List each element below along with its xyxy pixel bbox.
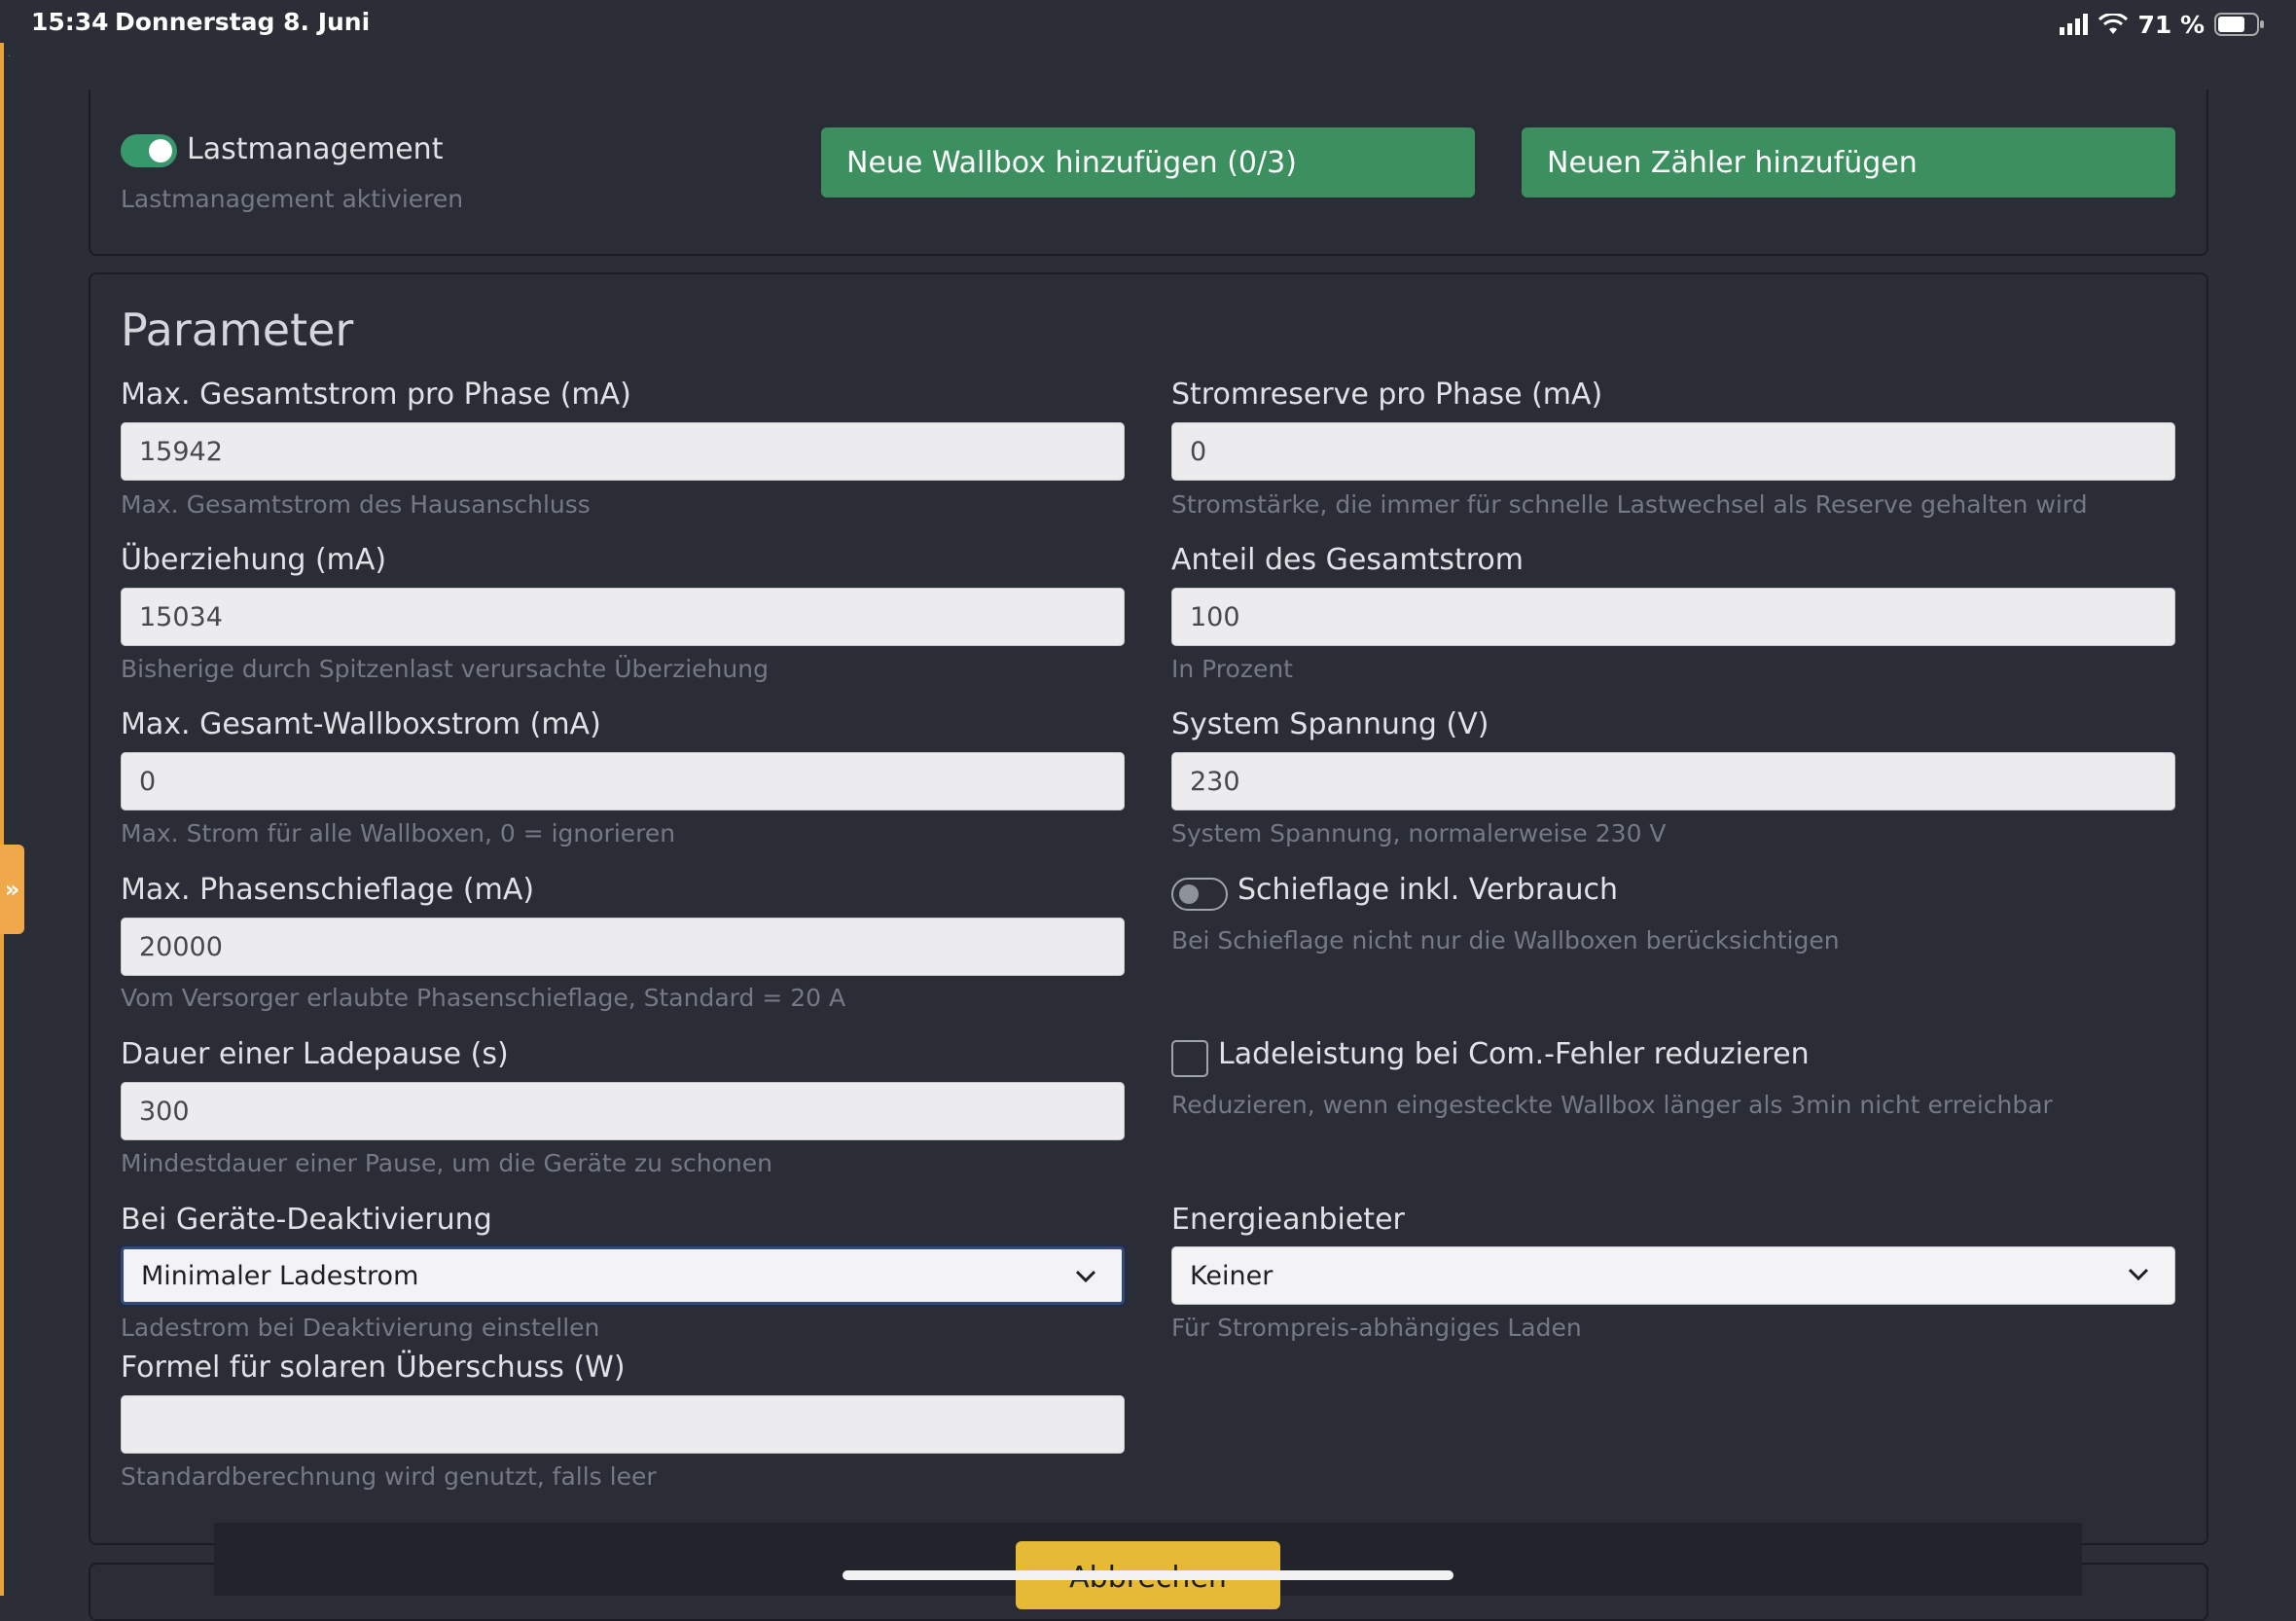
status-indicators: 71 % xyxy=(2060,8,2265,41)
sidebar-edge xyxy=(0,43,4,1596)
corner-mark: ˴ xyxy=(8,51,11,59)
reduce-com-error-checkbox[interactable] xyxy=(1171,1040,1208,1077)
max-total-current-label: Max. Gesamtstrom pro Phase (mA) xyxy=(121,378,631,412)
max-wallbox-current-input[interactable]: 0 xyxy=(121,752,1125,810)
load-management-help: Lastmanagement aktivieren xyxy=(121,185,464,213)
energy-provider-select[interactable]: Keiner xyxy=(1171,1246,2175,1305)
system-voltage-label: System Spannung (V) xyxy=(1171,707,1489,741)
pause-duration-input[interactable]: 300 xyxy=(121,1082,1125,1140)
double-chevron-right-icon: » xyxy=(4,876,20,903)
overdraw-label: Überziehung (mA) xyxy=(121,543,387,577)
overdraw-input[interactable]: 15034 xyxy=(121,588,1125,646)
reduce-com-error-label: Ladeleistung bei Com.-Fehler reduzieren xyxy=(1218,1037,1810,1071)
system-voltage-help: System Spannung, normalerweise 230 V xyxy=(1171,819,1667,847)
system-voltage-input[interactable]: 230 xyxy=(1171,752,2175,810)
load-management-toggle[interactable] xyxy=(121,134,177,167)
imbalance-consumption-toggle[interactable] xyxy=(1171,878,1228,911)
solar-formula-help: Standardberechnung wird genutzt, falls l… xyxy=(121,1462,657,1491)
status-time: 15:34 xyxy=(31,8,109,36)
status-bar: 15:34 Donnerstag 8. Juni 71 % xyxy=(0,0,2296,90)
current-reserve-label: Stromreserve pro Phase (mA) xyxy=(1171,378,1603,412)
current-reserve-help: Stromstärke, die immer für schnelle Last… xyxy=(1171,490,2088,519)
reduce-com-error-help: Reduzieren, wenn eingesteckte Wallbox lä… xyxy=(1171,1091,2053,1119)
max-total-current-help: Max. Gesamtstrom des Hausanschluss xyxy=(121,490,591,519)
battery-icon xyxy=(2214,13,2264,36)
share-total-label: Anteil des Gesamtstrom xyxy=(1171,543,1524,577)
max-phase-imbalance-label: Max. Phasenschieflage (mA) xyxy=(121,873,535,907)
chevron-down-icon xyxy=(1075,1270,1096,1283)
energy-provider-selected: Keiner xyxy=(1190,1260,1274,1291)
energy-provider-help: Für Strompreis-abhängiges Laden xyxy=(1171,1314,1582,1342)
load-management-label: Lastmanagement xyxy=(187,132,444,166)
solar-formula-input[interactable] xyxy=(121,1395,1125,1454)
device-deactivation-help: Ladestrom bei Deaktivierung einstellen xyxy=(121,1314,600,1342)
imbalance-consumption-label: Schieflage inkl. Verbrauch xyxy=(1238,873,1619,907)
device-deactivation-select[interactable]: Minimaler Ladestrom xyxy=(121,1246,1125,1305)
max-phase-imbalance-help: Vom Versorger erlaubte Phasenschieflage,… xyxy=(121,984,846,1012)
parameter-title: Parameter xyxy=(121,304,354,356)
device-deactivation-label: Bei Geräte-Deaktivierung xyxy=(121,1203,492,1237)
device-deactivation-selected: Minimaler Ladestrom xyxy=(141,1260,419,1291)
max-wallbox-current-label: Max. Gesamt-Wallboxstrom (mA) xyxy=(121,707,601,741)
cellular-signal-icon xyxy=(2060,14,2089,35)
add-meter-button[interactable]: Neuen Zähler hinzufügen xyxy=(1522,127,2175,198)
max-wallbox-current-help: Max. Strom für alle Wallboxen, 0 = ignor… xyxy=(121,819,676,847)
home-indicator[interactable] xyxy=(843,1570,1453,1580)
status-date: Donnerstag 8. Juni xyxy=(115,8,371,36)
max-total-current-input[interactable]: 15942 xyxy=(121,422,1125,481)
battery-percent: 71 % xyxy=(2137,10,2205,39)
pause-duration-label: Dauer einer Ladepause (s) xyxy=(121,1037,509,1071)
current-reserve-input[interactable]: 0 xyxy=(1171,422,2175,481)
imbalance-consumption-help: Bei Schieflage nicht nur die Wallboxen b… xyxy=(1171,926,1840,955)
share-total-input[interactable]: 100 xyxy=(1171,588,2175,646)
wifi-icon xyxy=(2099,14,2129,34)
add-wallbox-button[interactable]: Neue Wallbox hinzufügen (0/3) xyxy=(821,127,1475,198)
sidebar-expand-tab[interactable]: » xyxy=(0,845,24,934)
chevron-down-icon xyxy=(2128,1268,2149,1281)
overdraw-help: Bisherige durch Spitzenlast verursachte … xyxy=(121,655,769,683)
share-total-help: In Prozent xyxy=(1171,655,1293,683)
energy-provider-label: Energieanbieter xyxy=(1171,1203,1405,1237)
pause-duration-help: Mindestdauer einer Pause, um die Geräte … xyxy=(121,1149,772,1177)
solar-formula-label: Formel für solaren Überschuss (W) xyxy=(121,1351,626,1385)
max-phase-imbalance-input[interactable]: 20000 xyxy=(121,918,1125,976)
